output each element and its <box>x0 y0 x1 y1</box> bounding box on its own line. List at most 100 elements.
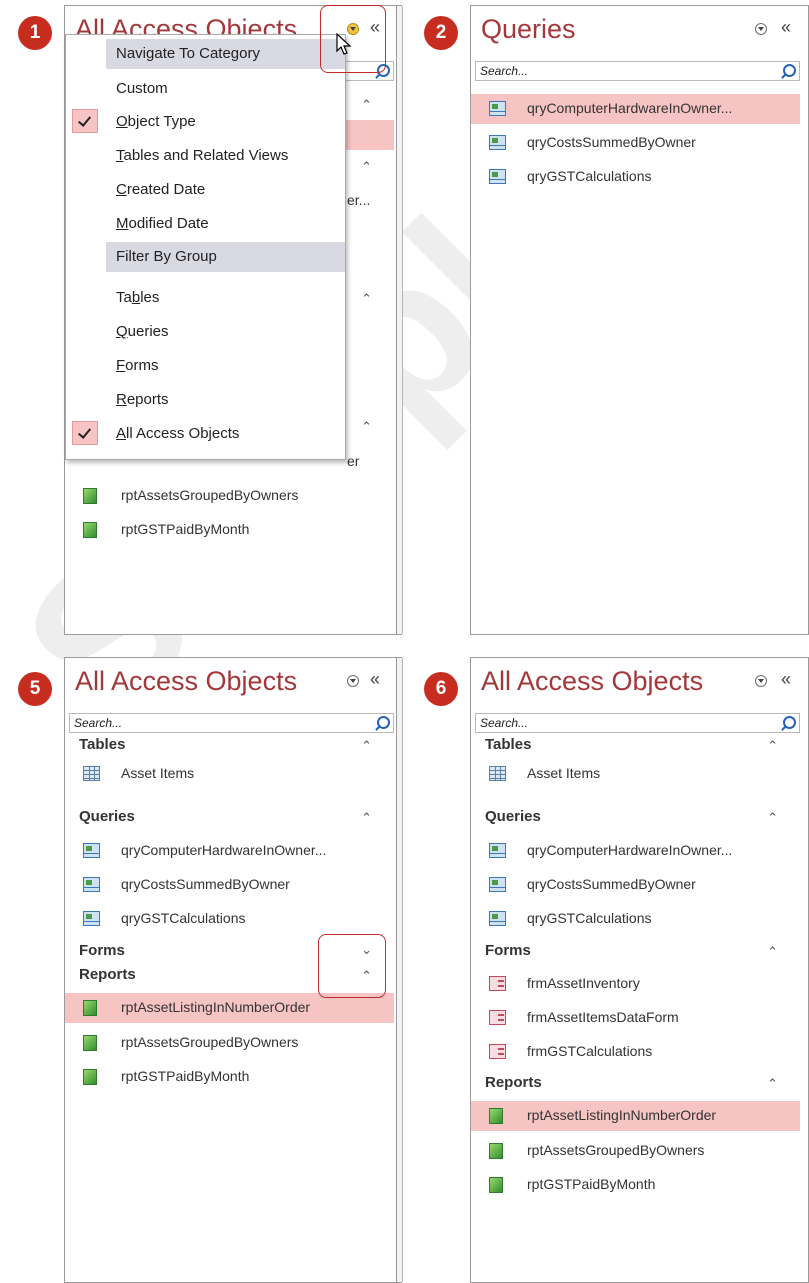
group-header-forms[interactable]: Forms <box>79 942 125 959</box>
search-field[interactable]: Search... <box>475 713 800 733</box>
query-icon <box>83 911 100 926</box>
truncated-item-text: er <box>347 453 360 469</box>
list-item[interactable]: Asset Items <box>471 759 800 789</box>
double-chevron-up-icon[interactable]: ⌃ <box>361 97 372 113</box>
double-chevron-left-icon[interactable]: « <box>781 669 791 690</box>
query-icon <box>83 843 100 858</box>
checkmark-icon <box>72 421 98 445</box>
truncated-item-text: er... <box>347 192 371 208</box>
menu-item-forms[interactable]: Forms <box>116 357 159 374</box>
callout-highlight <box>320 5 386 73</box>
step-badge: 1 <box>18 16 52 50</box>
query-icon <box>489 877 506 892</box>
list-item[interactable]: qryCostsSummedByOwner <box>65 870 394 900</box>
form-icon <box>489 1010 506 1025</box>
list-item[interactable]: Asset Items <box>65 759 394 789</box>
chevron-down-circle-icon[interactable] <box>755 675 767 687</box>
group-header-reports[interactable]: Reports <box>79 966 136 983</box>
navigation-menu: Navigate To Category Custom Object Type … <box>65 34 346 460</box>
double-chevron-up-icon[interactable]: ⌃ <box>767 810 778 826</box>
list-item[interactable]: qryComputerHardwareInOwner... <box>471 94 800 124</box>
double-chevron-up-icon[interactable]: ⌃ <box>361 810 372 826</box>
report-icon <box>83 1000 97 1016</box>
menu-item-reports[interactable]: Reports <box>116 391 169 408</box>
group-header-queries[interactable]: Queries <box>485 808 541 825</box>
query-icon <box>489 135 506 150</box>
report-icon <box>489 1143 503 1159</box>
menu-item-custom[interactable]: Custom <box>116 80 168 97</box>
double-chevron-left-icon[interactable]: « <box>370 669 380 690</box>
menu-item-object-type[interactable]: Object Type <box>116 113 196 130</box>
list-item[interactable]: qryCostsSummedByOwner <box>471 128 800 158</box>
list-item[interactable]: rptGSTPaidByMonth <box>471 1170 800 1200</box>
step-badge: 6 <box>424 672 458 706</box>
report-icon <box>83 488 97 504</box>
double-chevron-up-icon[interactable]: ⌃ <box>361 419 372 435</box>
group-header-tables[interactable]: Tables <box>79 736 125 753</box>
list-item[interactable]: rptAssetsGroupedByOwners <box>471 1136 800 1166</box>
double-chevron-left-icon[interactable]: « <box>781 17 791 38</box>
group-header-reports[interactable]: Reports <box>485 1074 542 1091</box>
search-icon[interactable] <box>377 716 390 729</box>
list-item[interactable]: frmGSTCalculations <box>471 1037 800 1067</box>
menu-item-all-access-objects[interactable]: All Access Objects <box>116 425 239 442</box>
list-item[interactable]: qryGSTCalculations <box>471 904 800 934</box>
double-chevron-up-icon[interactable]: ⌃ <box>767 1076 778 1092</box>
search-icon[interactable] <box>783 716 796 729</box>
nav-pane-2: Queries « Search... qryComputerHardwareI… <box>470 5 809 635</box>
table-icon <box>489 766 506 781</box>
report-icon <box>489 1108 503 1124</box>
list-item[interactable]: qryCostsSummedByOwner <box>471 870 800 900</box>
list-item[interactable]: rptAssetsGroupedByOwners <box>65 1028 394 1058</box>
list-item[interactable]: frmAssetInventory <box>471 969 800 999</box>
form-icon <box>489 1044 506 1059</box>
pane-splitter[interactable] <box>396 6 403 634</box>
double-chevron-up-icon[interactable]: ⌃ <box>361 291 372 307</box>
double-chevron-up-icon[interactable]: ⌃ <box>767 944 778 960</box>
pane-title[interactable]: All Access Objects <box>481 666 703 697</box>
form-icon <box>489 976 506 991</box>
nav-pane-1: All Access Objects « ⌃ ⌃ er... ⌃ ⌃ er rp… <box>64 5 403 635</box>
group-header-tables[interactable]: Tables <box>485 736 531 753</box>
menu-item-created-date[interactable]: Created Date <box>116 181 205 198</box>
menu-item-queries[interactable]: Queries <box>116 323 169 340</box>
query-icon <box>489 843 506 858</box>
list-item[interactable]: qryComputerHardwareInOwner... <box>471 836 800 866</box>
group-header-queries[interactable]: Queries <box>79 808 135 825</box>
list-item[interactable]: qryGSTCalculations <box>65 904 394 934</box>
pane-splitter[interactable] <box>396 658 403 1282</box>
table-icon <box>83 766 100 781</box>
pane-title[interactable]: All Access Objects <box>75 666 297 697</box>
query-icon <box>489 169 506 184</box>
chevron-down-circle-icon[interactable] <box>755 23 767 35</box>
query-icon <box>489 101 506 116</box>
list-item[interactable]: qryComputerHardwareInOwner... <box>65 836 394 866</box>
double-chevron-up-icon[interactable]: ⌃ <box>361 159 372 175</box>
report-icon <box>83 1069 97 1085</box>
step-badge: 2 <box>424 16 458 50</box>
list-item[interactable]: qryGSTCalculations <box>471 162 800 192</box>
list-item[interactable]: rptAssetListingInNumberOrder <box>471 1101 800 1131</box>
nav-pane-6: All Access Objects « Search... Tables ⌃ … <box>470 657 809 1283</box>
step-badge: 5 <box>18 672 52 706</box>
menu-item-tables-related-views[interactable]: Tables and Related Views <box>116 147 288 164</box>
chevron-down-circle-icon[interactable] <box>347 675 359 687</box>
menu-item-tables[interactable]: Tables <box>116 289 159 306</box>
menu-header: Filter By Group <box>106 242 345 272</box>
list-item[interactable]: frmAssetItemsDataForm <box>471 1003 800 1033</box>
list-item[interactable]: rptGSTPaidByMonth <box>65 1062 394 1092</box>
list-item[interactable]: rptAssetsGroupedByOwners <box>65 481 394 511</box>
menu-header: Navigate To Category <box>106 39 345 69</box>
menu-item-modified-date[interactable]: Modified Date <box>116 215 209 232</box>
query-icon <box>83 877 100 892</box>
search-icon[interactable] <box>783 64 796 77</box>
double-chevron-up-icon[interactable]: ⌃ <box>767 738 778 754</box>
callout-highlight <box>318 934 386 998</box>
list-item[interactable]: rptGSTPaidByMonth <box>65 515 394 545</box>
search-field[interactable]: Search... <box>69 713 394 733</box>
pane-title[interactable]: Queries <box>481 14 576 45</box>
group-header-forms[interactable]: Forms <box>485 942 531 959</box>
search-field[interactable]: Search... <box>475 61 800 81</box>
report-icon <box>489 1177 503 1193</box>
double-chevron-up-icon[interactable]: ⌃ <box>361 738 372 754</box>
